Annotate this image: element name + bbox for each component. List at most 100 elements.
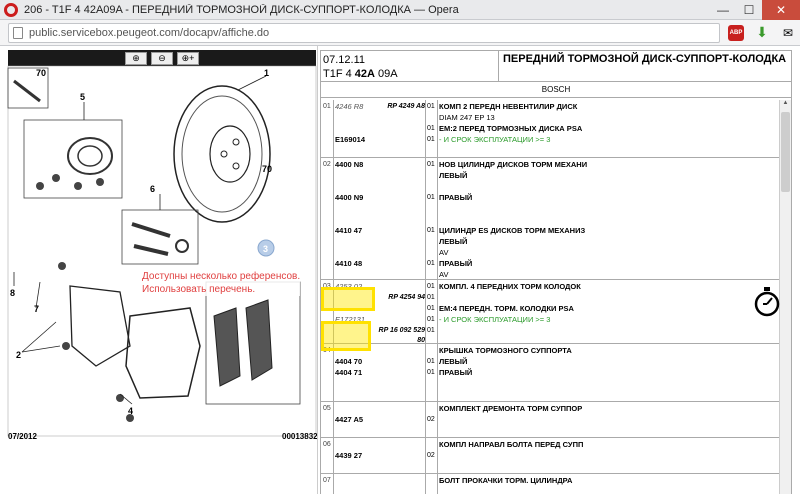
row-index: 06: [323, 441, 331, 448]
row-index: 07: [323, 477, 331, 484]
part-reference[interactable]: 4246 R8: [335, 102, 363, 112]
part-description: AV: [439, 270, 449, 279]
multiple-references-tooltip: Доступны несколько референсов. Использов…: [142, 270, 301, 296]
download-icon[interactable]: ⬇: [752, 23, 772, 43]
quantity: 01: [427, 327, 435, 334]
table-row[interactable]: 07 БОЛТ ПРОКАЧКИ ТОРМ. ЦИЛИНДРА: [321, 474, 780, 494]
quantity: 01: [427, 227, 435, 234]
label-5: 5: [80, 92, 85, 102]
part-description: DIAM 247 EP 13: [439, 113, 495, 122]
part-reference[interactable]: 4427 A5: [335, 415, 363, 425]
quantity: 01: [427, 305, 435, 312]
part-description: ПРАВЫЙ: [439, 368, 473, 377]
yellow-highlight-bottom: [321, 321, 371, 351]
diagram-date: 07/2012: [8, 432, 37, 441]
part-reference[interactable]: 4400 N9: [335, 193, 363, 203]
table-row[interactable]: 02 4400 N8 01 НОВ ЦИЛИНДР ДИСКОВ ТОРМ МЕХАН…: [321, 158, 780, 280]
part-description: НОВ ЦИЛИНДР ДИСКОВ ТОРМ МЕХАНИ: [439, 160, 588, 169]
row-index: 05: [323, 405, 331, 412]
replacement-reference[interactable]: RP 16 092 529 80: [371, 326, 425, 346]
opera-logo-icon: [4, 2, 18, 17]
part-description: КОМП 2 ПЕРЕДН НЕВЕНТИЛИР ДИСК: [439, 102, 578, 111]
label-8: 8: [10, 288, 15, 298]
quantity: 01: [427, 103, 435, 110]
header-code-bold: 42A: [354, 68, 375, 80]
part-reference[interactable]: 4439 27: [335, 451, 362, 461]
part-description: - И СРОК ЭКСПЛУАТАЦИИ >= 3: [439, 315, 551, 324]
label-1: 1: [264, 68, 269, 78]
window-titlebar: 206 - T1F 4 42A09A - ПЕРЕДНИЙ ТОРМОЗНОЙ …: [0, 0, 800, 20]
label-6: 6: [150, 184, 155, 194]
brand-label: BOSCH: [321, 82, 791, 98]
close-button[interactable]: ✕: [762, 0, 800, 20]
quantity: 01: [427, 358, 435, 365]
part-reference[interactable]: E169014: [335, 135, 365, 145]
quantity: 01: [427, 125, 435, 132]
part-description: - И СРОК ЭКСПЛУАТАЦИИ >= 3: [439, 135, 551, 144]
part-description: ЕМ:4 ПЕРЕДН. ТОРМ. КОЛОДКИ PSA: [439, 304, 574, 313]
part-description: ПРАВЫЙ: [439, 193, 473, 202]
part-reference[interactable]: 4410 47: [335, 226, 362, 236]
replacement-reference[interactable]: RP 4254 94: [371, 293, 425, 303]
table-row[interactable]: 01 4246 R8 RP 4249 A8 01 КОМП 2 ПЕРЕДН НЕВЕН…: [321, 100, 780, 158]
page-title: ПЕРЕДНИЙ ТОРМОЗНОЙ ДИСК-СУППОРТ-КОЛОДКА: [503, 53, 787, 65]
quantity: 01: [427, 136, 435, 143]
part-description: КОМПЛ НАПРАВЛ БОЛТА ПЕРЕД СУПП: [439, 440, 584, 449]
quantity: 01: [427, 161, 435, 168]
page-icon: [13, 26, 23, 39]
parts-diagram: ⊕ ⊖ ⊕+ 70 5 1 70 6 3 8 7 2 4 Доступны не…: [0, 46, 318, 494]
quantity: 01: [427, 369, 435, 376]
window-title: 206 - T1F 4 42A09A - ПЕРЕДНИЙ ТОРМОЗНОЙ …: [24, 3, 459, 16]
table-row[interactable]: 03 4253 02 01 КОМПЛ. 4 ПЕРЕДНИХ ТОРМ КОЛОДО…: [321, 280, 780, 344]
table-row[interactable]: 05 КОМПЛЕКТ ДРЕМОНТА ТОРМ СУППОР 4427 A5 02: [321, 402, 780, 438]
adblock-icon[interactable]: ABP: [726, 23, 746, 43]
part-reference[interactable]: 4404 71: [335, 368, 362, 378]
address-bar: public.servicebox.peugeot.com/docapv/aff…: [0, 20, 800, 46]
part-reference[interactable]: 4410 48: [335, 259, 362, 269]
quantity: 01: [427, 260, 435, 267]
header-left: 07.12.11 T1F 4 42A 09A: [321, 51, 499, 81]
scroll-up-icon[interactable]: ▲: [780, 100, 791, 110]
quantity: 01: [427, 194, 435, 201]
part-description: AV: [439, 248, 449, 257]
quantity: 01: [427, 283, 435, 290]
part-reference[interactable]: 4400 N8: [335, 160, 363, 170]
yellow-highlight-top: [321, 287, 375, 311]
replacement-reference[interactable]: RP 4249 A8: [371, 102, 425, 112]
header-code-suffix: 09A: [374, 68, 398, 80]
quantity: 02: [427, 416, 435, 423]
part-description: ЕМ:2 ПЕРЕД ТОРМОЗНЫХ ДИСКА PSA: [439, 124, 583, 133]
header-code-prefix: T1F 4: [323, 68, 355, 80]
parts-list-panel: 07.12.11 T1F 4 42A 09A ПЕРЕДНИЙ ТОРМОЗНО…: [320, 50, 792, 494]
label-70-right: 70: [262, 164, 272, 174]
part-reference[interactable]: 4404 70: [335, 357, 362, 367]
label-7: 7: [34, 304, 39, 314]
stopwatch-icon[interactable]: [753, 285, 781, 319]
maximize-button[interactable]: ☐: [736, 0, 762, 20]
url-field[interactable]: public.servicebox.peugeot.com/docapv/aff…: [8, 22, 720, 43]
part-description: БОЛТ ПРОКАЧКИ ТОРМ. ЦИЛИНДРА: [439, 476, 573, 485]
table-row[interactable]: 06 КОМПЛ НАПРАВЛ БОЛТА ПЕРЕД СУПП 4439 27 0…: [321, 438, 780, 474]
label-3: 3: [263, 244, 268, 254]
diagram-code: 00013832: [282, 432, 318, 441]
parts-table: 01 4246 R8 RP 4249 A8 01 КОМП 2 ПЕРЕДН НЕВЕН…: [321, 100, 780, 494]
quantity: 01: [427, 316, 435, 323]
parts-list-header: 07.12.11 T1F 4 42A 09A ПЕРЕДНИЙ ТОРМОЗНО…: [321, 51, 791, 82]
part-description: КОМПЛ. 4 ПЕРЕДНИХ ТОРМ КОЛОДОК: [439, 282, 581, 291]
part-description: ЛЕВЫЙ: [439, 357, 468, 366]
part-description: ЛЕВЫЙ: [439, 171, 468, 180]
quantity: 02: [427, 452, 435, 459]
scrollbar-thumb[interactable]: [781, 112, 790, 192]
mail-icon[interactable]: ✉: [778, 23, 798, 43]
part-description: ЦИЛИНДР ES ДИСКОВ ТОРМ МЕХАНИЗ: [439, 226, 586, 235]
part-description: КОМПЛЕКТ ДРЕМОНТА ТОРМ СУППОР: [439, 404, 583, 413]
part-description: ПРАВЫЙ: [439, 259, 473, 268]
url-text: public.servicebox.peugeot.com/docapv/aff…: [29, 26, 270, 39]
label-70-top: 70: [36, 68, 46, 78]
minimize-button[interactable]: —: [710, 0, 736, 20]
exploded-view-drawing: 70 5 1 70 6 3 8 7 2 4: [7, 65, 317, 437]
label-4: 4: [128, 406, 133, 416]
table-row[interactable]: 04 КРЫШКА ТОРМОЗНОГО СУППОРТА 4404 70 01 ЛЕВ…: [321, 344, 780, 402]
part-description: ЛЕВЫЙ: [439, 237, 468, 246]
row-index: 02: [323, 161, 331, 168]
